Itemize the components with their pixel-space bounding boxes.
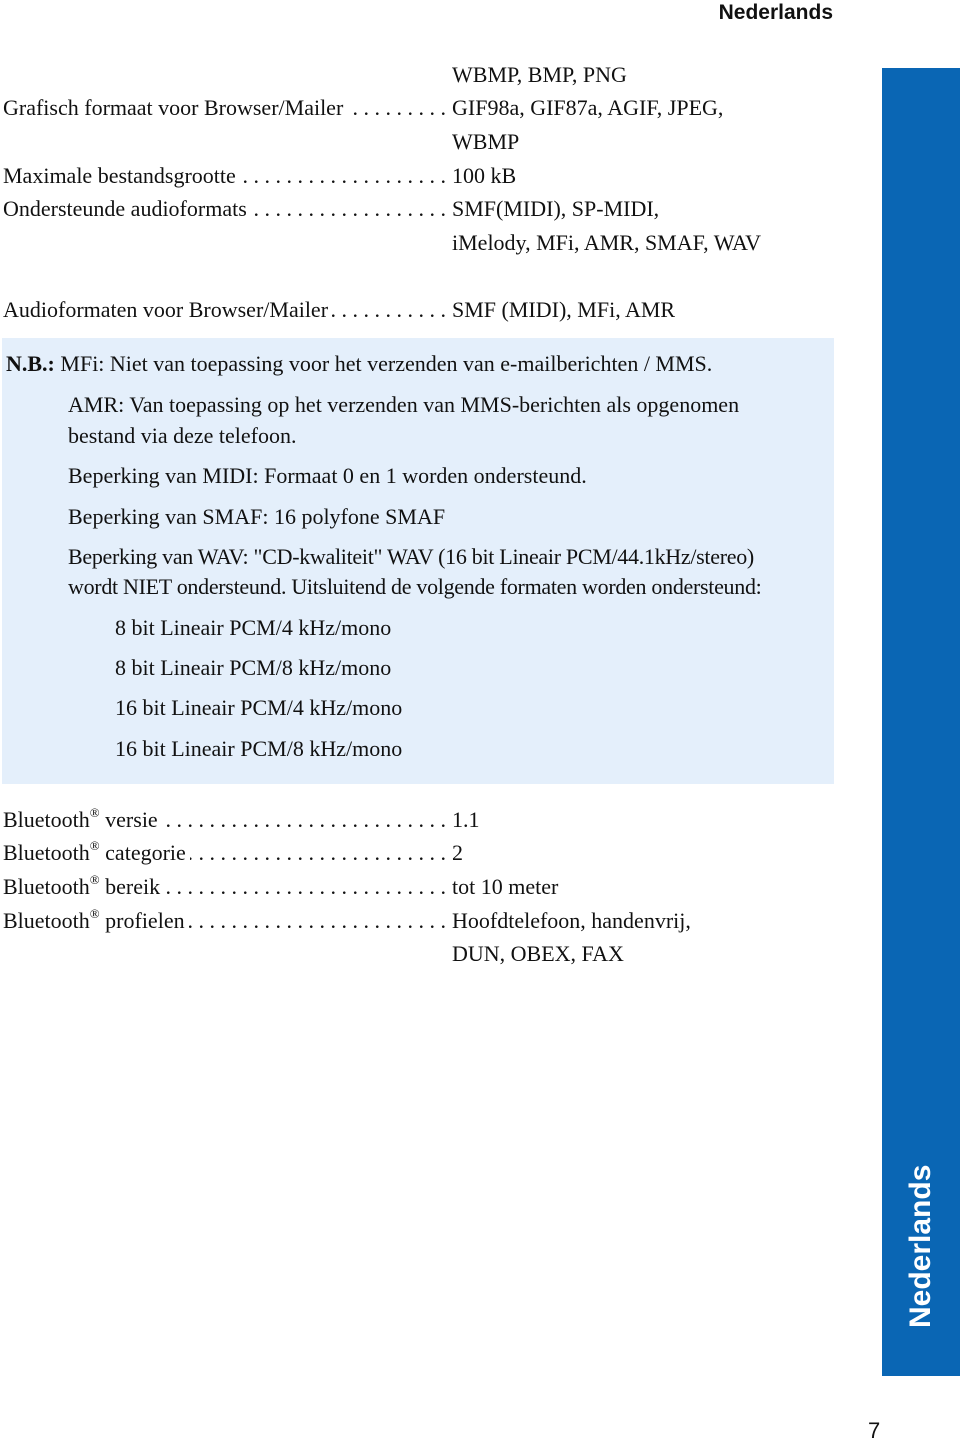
spec-label: Grafisch formaat voor Browser/Mailer	[3, 95, 344, 120]
note-line: wordt NIET ondersteund. Uitsluitend de v…	[68, 574, 762, 599]
note-line: AMR: Van toepassing op het verzenden van…	[68, 392, 740, 417]
format-item: 8 bit Lineair PCM/8 kHz/mono	[115, 655, 392, 680]
spec-label: Bluetooth® versie	[3, 805, 158, 832]
note-prefix: N.B.:	[6, 351, 55, 376]
spec-value: WBMP	[452, 129, 520, 154]
spec-row-browser-audio: Audioformaten voor Browser/Mailer SMF (M…	[3, 293, 803, 327]
spec-label: Ondersteunde audioformats	[3, 196, 247, 221]
spec-label: Bluetooth® profielen	[3, 906, 185, 933]
dot-leader	[347, 91, 446, 125]
spec-label: Bluetooth® categorie	[3, 838, 186, 865]
note-text: MFi: Niet van toepassing voor het verzen…	[60, 351, 713, 376]
spec-value: 2	[452, 840, 463, 865]
spec-row-bluetooth-category: Bluetooth® categorie 2	[3, 836, 803, 870]
spec-value: DUN, OBEX, FAX	[452, 941, 624, 966]
sidebar-language-label: Nederlands	[904, 1164, 937, 1328]
dot-leader	[162, 803, 446, 837]
spec-value: tot 10 meter	[452, 874, 559, 899]
spec-value: 100 kB	[452, 163, 517, 188]
format-item: 16 bit Lineair PCM/4 kHz/mono	[115, 695, 403, 720]
dot-leader	[189, 904, 446, 938]
spec-value: iMelody, MFi, AMR, SMAF, WAV	[452, 230, 761, 255]
note-line: Beperking van MIDI: Formaat 0 en 1 worde…	[68, 463, 587, 488]
spec-value: Hoofdtelefoon, handenvrij,	[452, 908, 691, 933]
note-line: Beperking van WAV: "CD-kwaliteit" WAV (1…	[68, 544, 754, 569]
spec-value: SMF(MIDI), SP-MIDI,	[452, 196, 660, 221]
dot-leader	[251, 192, 446, 226]
spec-row-graphic-format: Grafisch formaat voor Browser/Mailer GIF…	[3, 91, 803, 125]
format-item: 16 bit Lineair PCM/8 kHz/mono	[115, 736, 403, 761]
spec-value: WBMP, BMP, PNG	[452, 62, 627, 87]
language-tab-sidebar: Nederlands	[882, 68, 960, 1376]
spec-value: SMF (MIDI), MFi, AMR	[452, 297, 676, 322]
dot-leader	[190, 836, 446, 870]
dot-leader	[164, 870, 446, 904]
spec-value: GIF98a, GIF87a, AGIF, JPEG,	[452, 95, 724, 120]
spec-row-max-filesize: Maximale bestandsgrootte 100 kB	[3, 159, 803, 193]
format-item: 8 bit Lineair PCM/4 kHz/mono	[115, 615, 392, 640]
note-line: bestand via deze telefoon.	[68, 423, 297, 448]
spec-row-bluetooth-version: Bluetooth® versie 1.1	[3, 803, 803, 837]
spec-label: Bluetooth® bereik	[3, 872, 161, 899]
dot-leader	[332, 293, 446, 327]
spec-value: 1.1	[452, 807, 480, 832]
note-line: N.B.: MFi: Niet van toepassing voor het …	[6, 347, 712, 381]
spec-label: Maximale bestandsgrootte	[3, 163, 236, 188]
spec-label: Audioformaten voor Browser/Mailer	[3, 297, 329, 322]
spec-row-bluetooth-range: Bluetooth® bereik tot 10 meter	[3, 870, 803, 904]
spec-row-audio-formats: Ondersteunde audioformats SMF(MIDI), SP-…	[3, 192, 803, 226]
spec-row-bluetooth-profiles: Bluetooth® profielen Hoofdtelefoon, hand…	[3, 904, 803, 938]
note-line: Beperking van SMAF: 16 polyfone SMAF	[68, 504, 446, 529]
page-header-language: Nederlands	[718, 1, 833, 24]
page-number: 7	[868, 1418, 881, 1443]
dot-leader	[240, 159, 446, 193]
